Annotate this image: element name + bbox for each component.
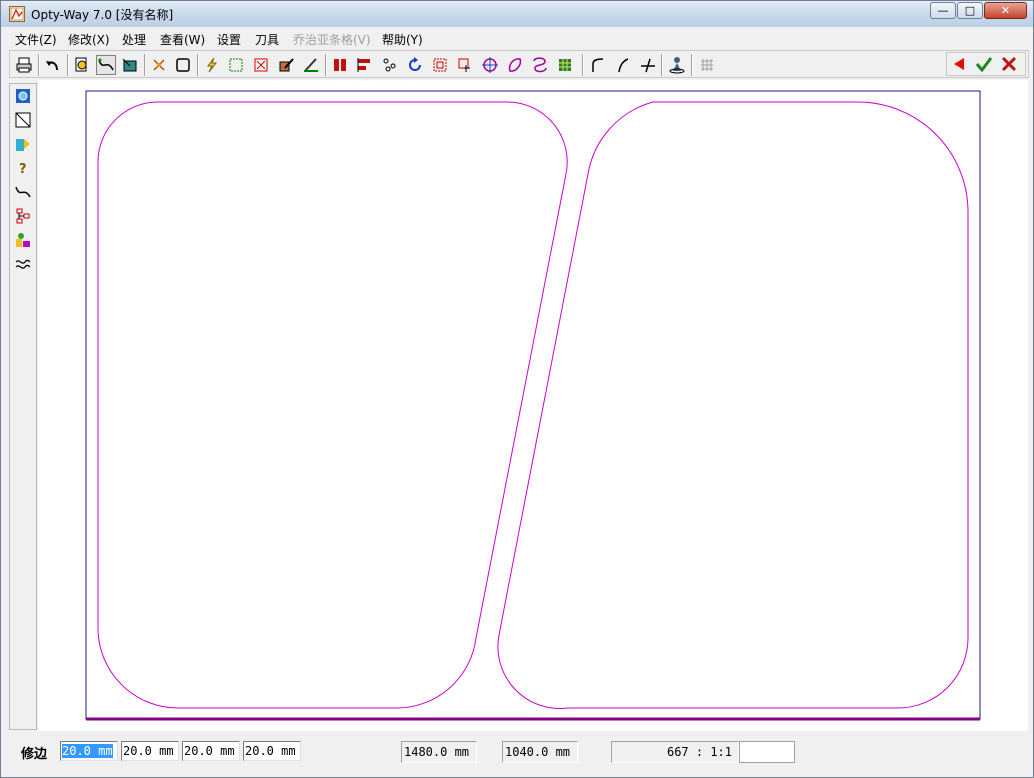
rotate-icon[interactable] — [405, 55, 425, 75]
drawing-canvas[interactable] — [38, 80, 1028, 731]
scale-icon[interactable] — [430, 55, 450, 75]
status-extra-field — [739, 741, 795, 763]
shape-icon[interactable] — [505, 55, 525, 75]
knife-icon[interactable] — [301, 55, 321, 75]
count-scale-readout: 667 : 1:1 — [611, 741, 739, 763]
nest-tool-icon[interactable] — [120, 55, 140, 75]
grid-icon[interactable] — [697, 55, 717, 75]
scatter-icon[interactable] — [380, 55, 400, 75]
grid-pattern-icon[interactable] — [555, 55, 575, 75]
close-icon: ✕ — [1000, 4, 1011, 17]
title-bar: Opty-Way 7.0 [没有名称] — □ ✕ — [1, 1, 1033, 27]
cross-box-icon[interactable] — [251, 55, 271, 75]
target-icon[interactable] — [480, 55, 500, 75]
status-bar: 修边 20.0 mm 20.0 mm 20.0 mm 20.0 mm 1480.… — [1, 733, 1033, 777]
trim-field-1[interactable]: 20.0 mm — [60, 741, 118, 761]
loop-icon[interactable] — [530, 55, 550, 75]
curve-icon[interactable] — [14, 183, 32, 201]
curve-tool-icon[interactable] — [96, 55, 116, 75]
menu-view[interactable]: 查看(W) — [160, 31, 205, 48]
maximize-icon: □ — [964, 4, 976, 17]
align-bar-icon[interactable] — [355, 55, 375, 75]
open-file-icon[interactable] — [72, 55, 92, 75]
align-left-icon[interactable] — [330, 55, 350, 75]
menu-bar: 文件(Z) 修改(X) 处理 查看(W) 设置 刀具 乔治亚条格(V) 帮助(Y… — [1, 27, 1033, 49]
check-icon[interactable] — [974, 54, 994, 74]
menu-tools[interactable]: 刀具 — [255, 31, 279, 48]
main-toolbar — [9, 50, 1029, 78]
right-part-outline — [497, 101, 969, 710]
trim-field-2[interactable]: 20.0 mm — [121, 741, 179, 761]
window-title: Opty-Way 7.0 [没有名称] — [31, 8, 174, 22]
undo-icon[interactable] — [43, 55, 63, 75]
split-icon[interactable] — [638, 55, 658, 75]
trim-field-4[interactable]: 20.0 mm — [243, 741, 301, 761]
arrow-left-icon[interactable] — [949, 54, 969, 74]
menu-file[interactable]: 文件(Z) — [15, 31, 57, 48]
menu-modify[interactable]: 修改(X) — [68, 31, 110, 48]
maximize-button[interactable]: □ — [957, 2, 983, 19]
tag-icon[interactable] — [14, 135, 32, 153]
menu-settings[interactable]: 设置 — [217, 31, 241, 48]
minimize-button[interactable]: — — [930, 2, 956, 19]
circle-select-icon[interactable] — [14, 87, 32, 105]
minimize-icon: — — [937, 4, 949, 17]
explode-icon[interactable] — [149, 55, 169, 75]
trim-label: 修边 — [21, 747, 48, 762]
arc-icon[interactable] — [588, 55, 608, 75]
feather-icon[interactable] — [613, 55, 633, 75]
svg-text:?: ? — [19, 162, 27, 176]
tree-icon[interactable] — [14, 207, 32, 225]
menu-help[interactable]: 帮助(Y) — [382, 31, 423, 48]
lightning-icon[interactable] — [202, 55, 222, 75]
print-icon[interactable] — [14, 55, 34, 75]
question-icon[interactable]: ? — [14, 159, 32, 177]
close-button[interactable]: ✕ — [984, 2, 1027, 19]
trim-field-3[interactable]: 20.0 mm — [182, 741, 240, 761]
menu-process[interactable]: 处理 — [122, 31, 146, 48]
wave-icon[interactable] — [14, 255, 32, 273]
sheet-height-readout: 1040.0 mm — [502, 741, 578, 763]
hand-icon[interactable] — [455, 55, 475, 75]
x-mark-icon[interactable] — [999, 54, 1019, 74]
menu-georgian-bar: 乔治亚条格(V) — [293, 33, 371, 47]
rectangle-icon[interactable] — [173, 55, 193, 75]
sheet-border — [85, 90, 981, 720]
person-icon[interactable] — [667, 55, 687, 75]
left-part-outline — [97, 101, 568, 709]
sheet-width-readout: 1480.0 mm — [401, 741, 477, 763]
edit-icon[interactable] — [276, 55, 296, 75]
left-toolbar: ? — [9, 83, 37, 730]
frame-icon[interactable] — [226, 55, 246, 75]
diagonal-icon[interactable] — [14, 111, 32, 129]
action-group — [946, 52, 1026, 76]
app-window: Opty-Way 7.0 [没有名称] — □ ✕ 文件(Z) 修改(X) 处理… — [0, 0, 1034, 778]
app-logo-icon — [9, 6, 25, 22]
paint-icon[interactable] — [14, 231, 32, 249]
